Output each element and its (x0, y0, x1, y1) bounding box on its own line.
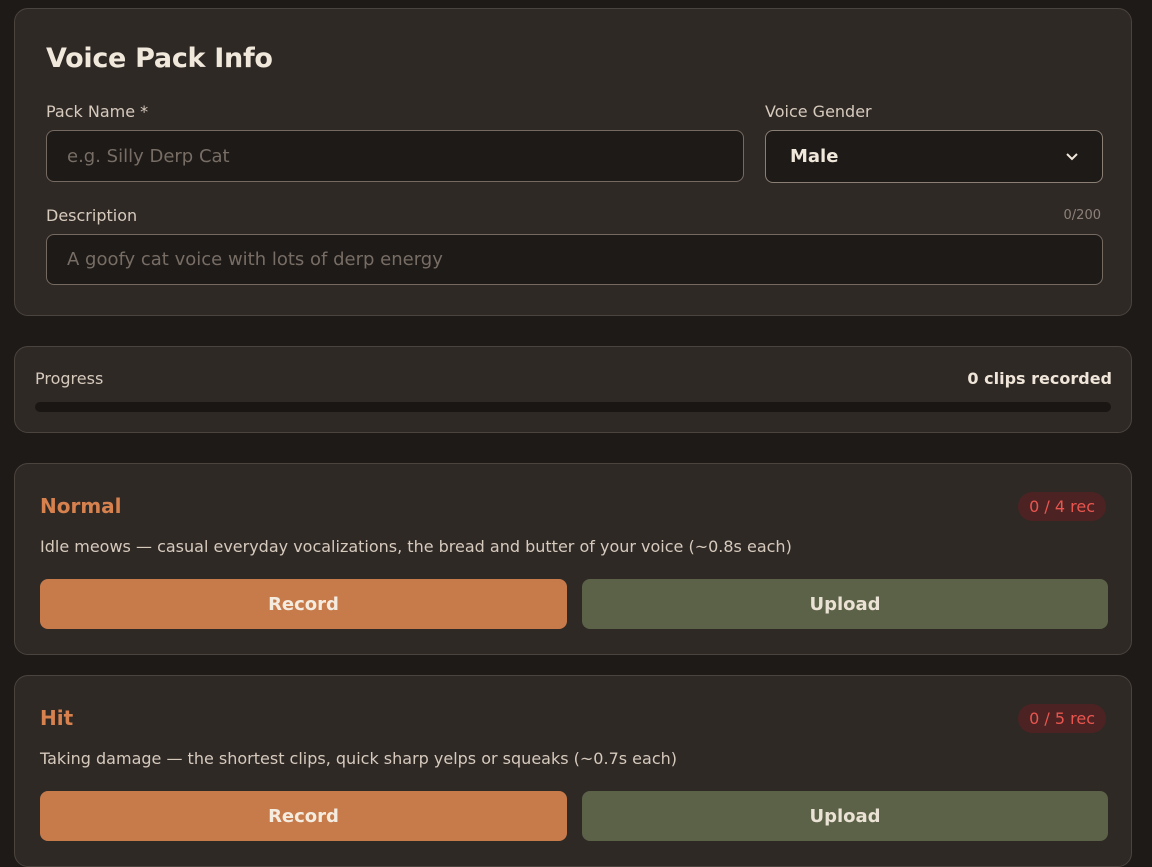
description-input[interactable] (46, 234, 1103, 285)
progress-label: Progress (35, 369, 104, 388)
category-card-normal: Normal 0 / 4 rec Idle meows — casual eve… (14, 463, 1132, 655)
progress-card: Progress 0 clips recorded (14, 346, 1132, 433)
voice-pack-info-card: Voice Pack Info Pack Name * Voice Gender… (14, 8, 1132, 316)
category-title: Normal (40, 494, 122, 518)
clips-recorded-count: 0 clips recorded (967, 369, 1112, 388)
pack-name-input[interactable] (46, 130, 744, 182)
voice-gender-label: Voice Gender (765, 102, 872, 121)
category-card-hit: Hit 0 / 5 rec Taking damage — the shorte… (14, 675, 1132, 867)
recording-count-badge: 0 / 5 rec (1018, 704, 1106, 733)
category-description: Taking damage — the shortest clips, quic… (40, 749, 677, 768)
description-char-counter: 0/200 (1063, 208, 1101, 223)
chevron-down-icon (1066, 152, 1078, 160)
voice-gender-select[interactable]: Male (765, 130, 1103, 183)
progress-bar (35, 402, 1111, 412)
upload-button[interactable]: Upload (582, 791, 1108, 841)
recording-count-badge: 0 / 4 rec (1018, 492, 1106, 521)
description-label: Description (46, 206, 138, 225)
page-title: Voice Pack Info (46, 43, 273, 74)
record-button[interactable]: Record (40, 579, 567, 629)
category-title: Hit (40, 706, 74, 730)
upload-button[interactable]: Upload (582, 579, 1108, 629)
pack-name-label: Pack Name * (46, 102, 149, 121)
category-description: Idle meows — casual everyday vocalizatio… (40, 537, 792, 556)
voice-gender-value: Male (790, 146, 839, 167)
record-button[interactable]: Record (40, 791, 567, 841)
